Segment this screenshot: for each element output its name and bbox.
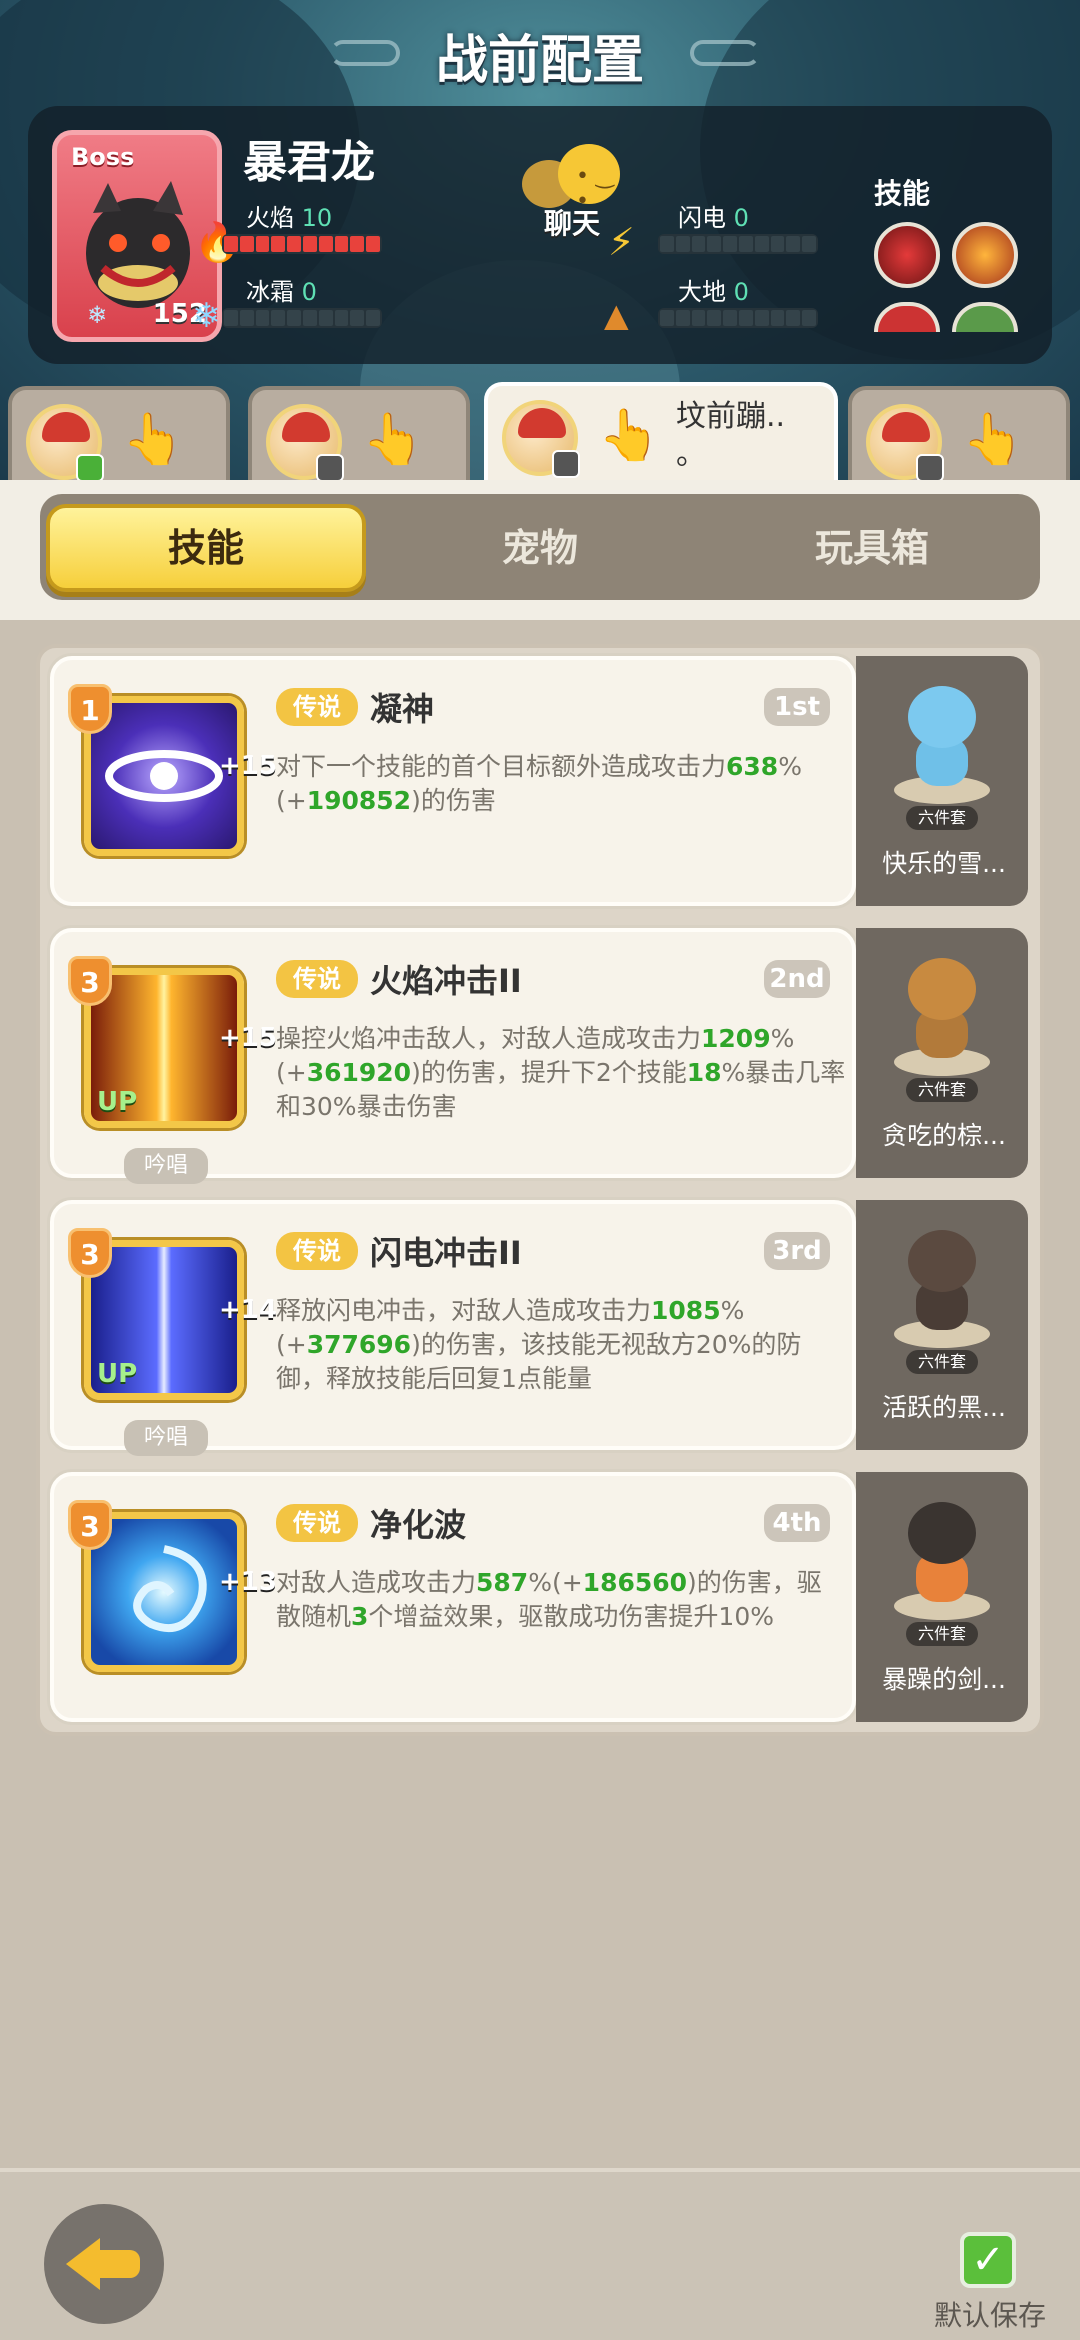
skill-name: 净化波 bbox=[370, 1506, 467, 1544]
hero-tab-label: 坟前蹦..。 bbox=[676, 399, 786, 472]
boss-skill-icon[interactable] bbox=[952, 302, 1018, 332]
chat-label: 聊天 bbox=[544, 207, 601, 240]
skill-order-badge: 2nd bbox=[764, 960, 830, 998]
skill-enhance-level: +13 bbox=[219, 1567, 277, 1597]
up-badge: UP bbox=[97, 1359, 138, 1389]
fire-stat-label: 火焰 10 bbox=[246, 204, 333, 232]
skill-enhance-level: +15 bbox=[219, 751, 277, 781]
earth-stat-bar bbox=[658, 308, 818, 328]
checkmark-icon[interactable]: ✓ bbox=[960, 2232, 1016, 2288]
pointing-hand-icon: 👆 bbox=[122, 410, 185, 468]
hero-avatar bbox=[502, 400, 580, 478]
skill-description: 对下一个技能的首个目标额外造成攻击力638%(+190852)的伤害 bbox=[276, 752, 802, 815]
pet-slot[interactable]: 六件套 贪吃的棕... bbox=[856, 928, 1028, 1178]
skill-card[interactable]: +15 1 传说 凝神 1st 对下一个技能的首个目标额外造成攻击力638%(+… bbox=[50, 656, 856, 906]
pet-name: 暴躁的剑... bbox=[882, 1665, 1006, 1694]
pet-avatar bbox=[894, 680, 990, 804]
boss-tag: Boss bbox=[71, 143, 135, 171]
pointing-hand-icon: 👆 bbox=[362, 410, 425, 468]
pet-set-tag: 六件套 bbox=[906, 1078, 978, 1102]
up-badge: UP bbox=[97, 1087, 138, 1117]
hero-avatar bbox=[866, 404, 944, 480]
earth-icon: ▲ bbox=[604, 296, 629, 334]
earth-stat-label: 大地 0 bbox=[678, 278, 749, 306]
skill-card[interactable]: +15 UP 3 吟唱 传说 火焰冲击II 2nd 操控火焰冲击敌人，对敌人造成… bbox=[50, 928, 856, 1184]
chant-badge: 吟唱 bbox=[124, 1420, 208, 1456]
boss-skill-icon[interactable] bbox=[874, 222, 940, 288]
pet-name: 贪吃的棕... bbox=[882, 1121, 1006, 1150]
default-save-label[interactable]: 默认保存 bbox=[934, 2294, 1046, 2334]
skill-description: 释放闪电冲击，对敌人造成攻击力1085%(+377696)的伤害，该技能无视敌方… bbox=[276, 1296, 802, 1393]
skill-enhance-level: +15 bbox=[219, 1023, 277, 1053]
boss-skill-icon[interactable] bbox=[952, 222, 1018, 288]
hero-tab-1[interactable]: 👆 bbox=[8, 386, 230, 480]
boss-name: 暴君龙 bbox=[243, 137, 375, 188]
pet-slot[interactable]: 六件套 快乐的雪... bbox=[856, 656, 1028, 906]
pet-avatar bbox=[894, 952, 990, 1076]
tab-toybox[interactable]: 玩具箱 bbox=[712, 504, 1032, 592]
hero-tab-4[interactable]: 👆 bbox=[848, 386, 1070, 480]
skill-card[interactable]: +13 3 传说 净化波 4th 对敌人造成攻击力587%(+186560)的伤… bbox=[50, 1472, 856, 1722]
pet-set-tag: 六件套 bbox=[906, 1622, 978, 1646]
pet-avatar bbox=[894, 1496, 990, 1620]
lightning-stat-bar bbox=[658, 234, 818, 254]
skill-star-badge: 3 bbox=[68, 1228, 112, 1278]
skill-description: 对敌人造成攻击力587%(+186560)的伤害，驱散随机3个增益效果，驱散成功… bbox=[276, 1568, 822, 1631]
back-arrow-icon bbox=[66, 2238, 100, 2290]
rarity-badge: 传说 bbox=[276, 1504, 358, 1542]
rarity-badge: 传说 bbox=[276, 960, 358, 998]
rarity-badge: 传说 bbox=[276, 688, 358, 726]
hero-avatar bbox=[266, 404, 344, 480]
snowflake-icon: ❄ bbox=[192, 296, 221, 336]
header: 战前配置 Boss ❄ 152 暴君龙 🔥 火焰 10 ❄ 冰霜 0 ⚡ 闪电 … bbox=[0, 0, 1080, 480]
skill-star-badge: 1 bbox=[68, 684, 112, 734]
hero-tab-2[interactable]: 👆 bbox=[248, 386, 470, 480]
skill-name: 闪电冲击II bbox=[370, 1234, 522, 1272]
skill-order-badge: 1st bbox=[764, 688, 830, 726]
pet-avatar bbox=[894, 1224, 990, 1348]
skill-name: 火焰冲击II bbox=[370, 962, 522, 1000]
skill-order-badge: 3rd bbox=[764, 1232, 830, 1270]
skill-order-badge: 4th bbox=[764, 1504, 830, 1542]
fire-stat-bar bbox=[222, 234, 382, 254]
pet-slot[interactable]: 六件套 活跃的黑... bbox=[856, 1200, 1028, 1450]
skill-star-badge: 3 bbox=[68, 956, 112, 1006]
lightning-stat-label: 闪电 0 bbox=[678, 204, 749, 232]
pet-name: 活跃的黑... bbox=[882, 1393, 1006, 1422]
category-tabs: 技能 宠物 玩具箱 bbox=[40, 494, 1040, 600]
hero-avatar bbox=[26, 404, 104, 480]
chant-badge: 吟唱 bbox=[124, 1148, 208, 1184]
back-button[interactable] bbox=[44, 2204, 164, 2324]
skill-star-badge: 3 bbox=[68, 1500, 112, 1550]
skill-description: 操控火焰冲击敌人，对敌人造成攻击力1209%(+361920)的伤害，提升下2个… bbox=[276, 1024, 846, 1121]
hero-tab-3[interactable]: 👆 坟前蹦..。 bbox=[484, 382, 838, 480]
page-title: 战前配置 bbox=[435, 31, 644, 91]
pointing-hand-icon: 👆 bbox=[962, 410, 1025, 468]
skill-card[interactable]: +14 UP 3 吟唱 传说 闪电冲击II 3rd 释放闪电冲击，对敌人造成攻击… bbox=[50, 1200, 856, 1456]
skill-enhance-level: +14 bbox=[219, 1295, 277, 1325]
tab-pets[interactable]: 宠物 bbox=[380, 504, 700, 592]
ice-stat-label: 冰霜 0 bbox=[246, 278, 317, 306]
tab-skills[interactable]: 技能 bbox=[46, 504, 366, 592]
rarity-badge: 传说 bbox=[276, 1232, 358, 1270]
pointing-hand-icon: 👆 bbox=[598, 406, 661, 464]
snowflake-icon: ❄ bbox=[87, 301, 108, 329]
boss-skill-icon[interactable] bbox=[874, 302, 940, 332]
pet-set-tag: 六件套 bbox=[906, 1350, 978, 1374]
pet-set-tag: 六件套 bbox=[906, 806, 978, 830]
pet-name: 快乐的雪... bbox=[882, 849, 1006, 878]
ice-stat-bar bbox=[222, 308, 382, 328]
skill-name: 凝神 bbox=[370, 690, 435, 728]
boss-skills-label: 技能 bbox=[874, 177, 931, 210]
pet-slot[interactable]: 六件套 暴躁的剑... bbox=[856, 1472, 1028, 1722]
